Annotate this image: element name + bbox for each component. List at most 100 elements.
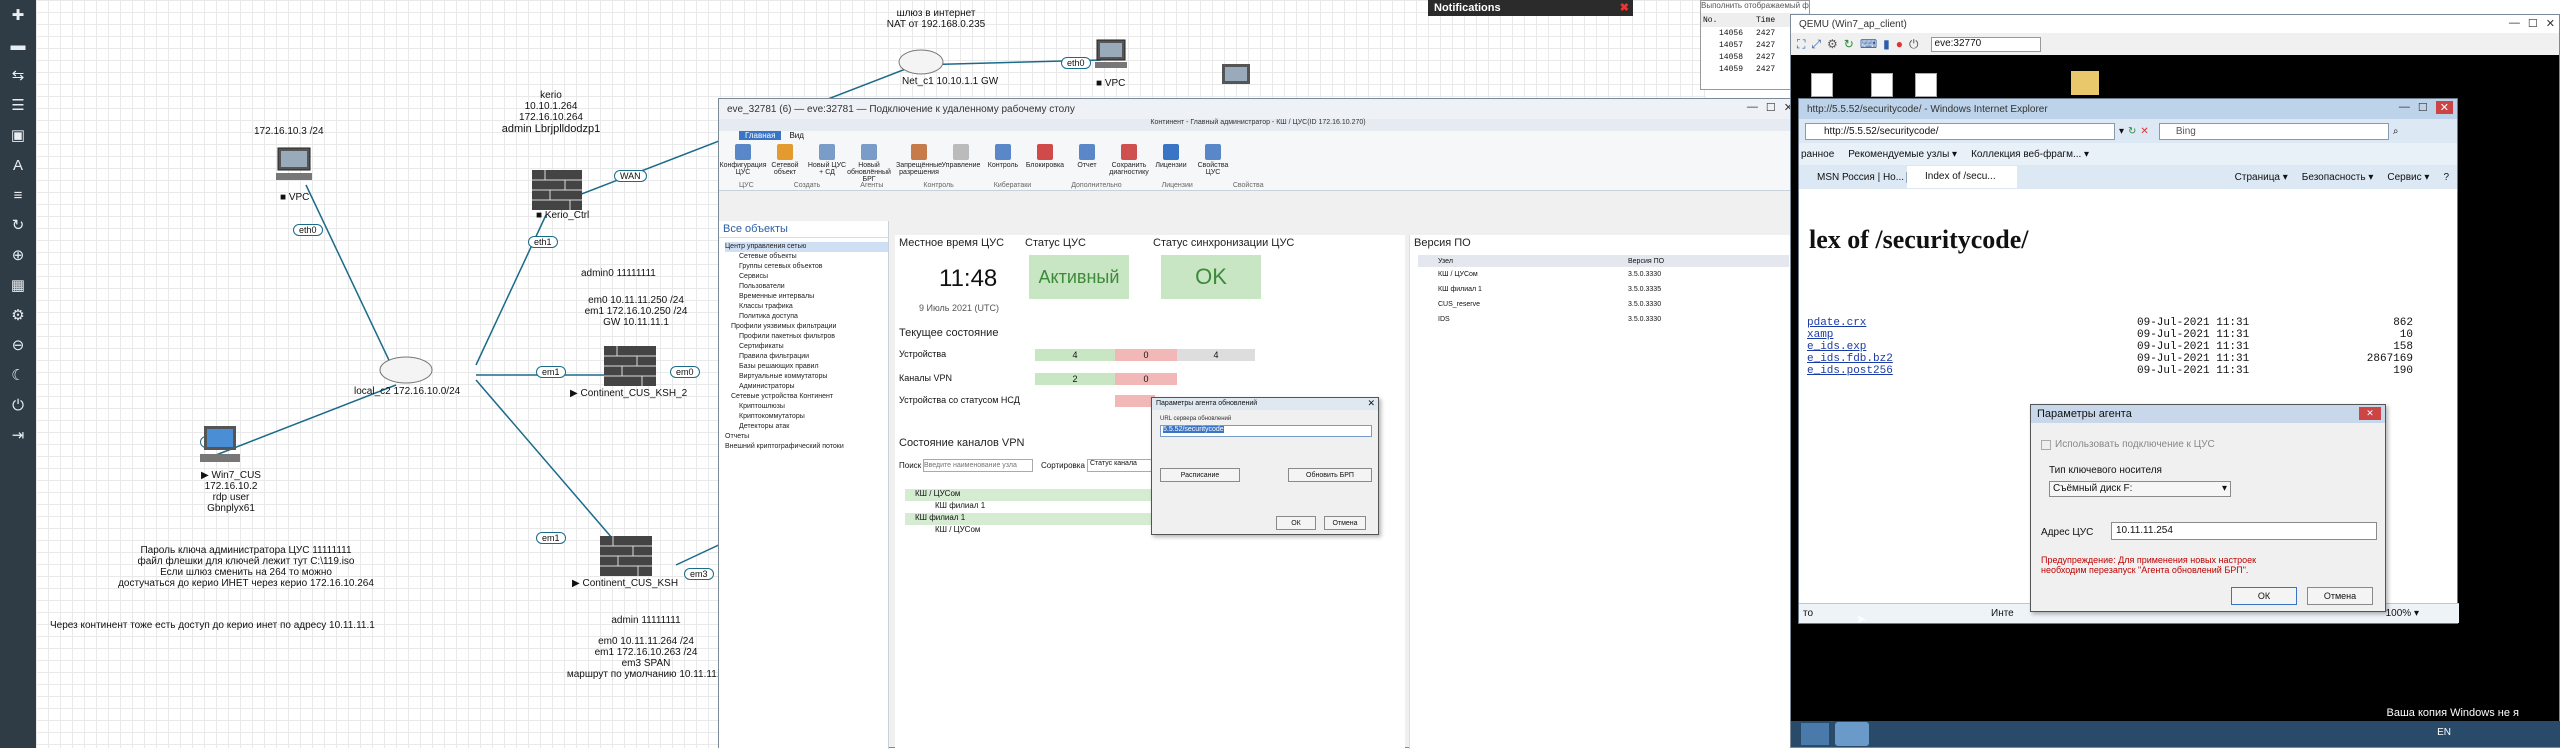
ok-button[interactable]: ОК: [2231, 587, 2297, 605]
sort-select[interactable]: Статус канала: [1087, 459, 1157, 472]
close-icon[interactable]: ✕: [2359, 407, 2381, 420]
file-icon[interactable]: [1871, 73, 1893, 97]
maximize-icon[interactable]: ☐: [2528, 17, 2538, 30]
tree-item[interactable]: Правила фильтрации: [725, 352, 888, 362]
computer-icon[interactable]: [272, 146, 316, 186]
tree-item[interactable]: Сертификаты: [725, 342, 888, 352]
close-icon[interactable]: ✕: [1367, 398, 1375, 409]
diagnostics-button[interactable]: Сохранить диагностику: [1109, 144, 1149, 183]
scale-icon[interactable]: ⤢: [1811, 37, 1821, 52]
tree-item[interactable]: Детекторы атак: [725, 422, 888, 432]
vpn-item[interactable]: КШ филиал 1: [905, 501, 1165, 513]
grid-icon[interactable]: ▦: [0, 270, 36, 300]
tree-item[interactable]: Сетевые устройства Континент: [725, 392, 888, 402]
explorer-icon[interactable]: [1801, 723, 1829, 745]
ie-icon[interactable]: [1835, 722, 1869, 746]
control-button[interactable]: Контроль: [983, 144, 1023, 183]
tree-item[interactable]: Отчеты: [725, 432, 888, 442]
move-icon[interactable]: ⇆: [0, 60, 36, 90]
minimize-icon[interactable]: —: [1747, 101, 1758, 114]
list-icon[interactable]: ☰: [0, 90, 36, 120]
power-icon[interactable]: ⏻: [1909, 37, 1919, 52]
address-input[interactable]: 10.11.11.254: [2111, 522, 2377, 540]
report-button[interactable]: Отчет: [1067, 144, 1107, 183]
update-brp-button[interactable]: Обновить БРП: [1288, 468, 1372, 482]
tools-menu[interactable]: Сервис ▾: [2387, 172, 2429, 183]
computer-icon[interactable]: [198, 424, 242, 468]
forbidden-button[interactable]: Запрещённые разрешения: [896, 144, 942, 183]
file-link[interactable]: pdate.crx: [1807, 317, 2137, 329]
usb-icon[interactable]: ▮: [1883, 37, 1890, 51]
tree-item[interactable]: Сетевые объекты: [725, 252, 888, 262]
new-brg-button[interactable]: Новый обновлённый БРГ: [847, 144, 891, 183]
minimize-icon[interactable]: —: [2509, 17, 2520, 30]
media-select[interactable]: Съёмный диск F: ▾: [2049, 481, 2231, 497]
dropdown-icon[interactable]: ▾: [2119, 126, 2124, 137]
computer-icon[interactable]: [1091, 38, 1131, 72]
table-row[interactable]: IDS 3.5.0.3330: [1418, 312, 1789, 327]
settings-icon[interactable]: ⚙: [0, 300, 36, 330]
config-button[interactable]: Конфигурация ЦУС: [720, 144, 767, 183]
url-input[interactable]: 5.5.52/securitycode: [1160, 425, 1372, 437]
file-link[interactable]: xamp: [1807, 329, 2137, 341]
tab-index[interactable]: Index of /secu...: [1907, 166, 2017, 188]
close-icon[interactable]: ✕: [2435, 101, 2453, 114]
cloud-icon[interactable]: [896, 42, 946, 76]
tree-item[interactable]: Центр управления сетью: [725, 242, 888, 252]
keyboard-icon[interactable]: ⌨: [1860, 37, 1877, 51]
image-icon[interactable]: ▣: [0, 120, 36, 150]
tree-item[interactable]: Классы трафика: [725, 302, 888, 312]
stop-icon[interactable]: ✕: [2140, 126, 2148, 137]
lock-icon[interactable]: ⊖: [0, 330, 36, 360]
table-row[interactable]: КШ филиал 1 3.5.0.3335: [1418, 282, 1789, 297]
tree-item[interactable]: Криптокоммутаторы: [725, 412, 888, 422]
refresh-icon[interactable]: ↻: [1844, 37, 1854, 51]
schedule-button[interactable]: Расписание: [1160, 468, 1240, 482]
minimize-icon[interactable]: —: [2399, 101, 2410, 114]
maximize-icon[interactable]: ☐: [2418, 101, 2428, 114]
vpn-search-input[interactable]: [923, 459, 1033, 472]
table-row[interactable]: CUS_reserve 3.5.0.3330: [1418, 297, 1789, 312]
add-icon[interactable]: ✚: [0, 0, 36, 30]
close-icon[interactable]: ✕: [2546, 17, 2555, 30]
new-cus-button[interactable]: Новый ЦУС + СД: [807, 144, 847, 183]
use-connection-checkbox[interactable]: Использовать подключение к ЦУС: [2041, 439, 2215, 450]
favorites-item[interactable]: Коллекция веб-фрагм... ▾: [1971, 149, 2089, 160]
cancel-button[interactable]: Отмена: [1324, 516, 1366, 530]
manage-button[interactable]: Управление: [941, 144, 981, 183]
logout-icon[interactable]: ⇥: [0, 420, 36, 450]
theme-icon[interactable]: ☾: [0, 360, 36, 390]
firewall-icon[interactable]: [598, 534, 654, 578]
maximize-icon[interactable]: ☐: [1766, 101, 1776, 114]
tree-item[interactable]: Виртуальные коммутаторы: [725, 372, 888, 382]
tree-item[interactable]: Пользователи: [725, 282, 888, 292]
tree-item[interactable]: Базы решающих правил: [725, 362, 888, 372]
file-link[interactable]: e_ids.fdb.bz2: [1807, 353, 2137, 365]
tree-item[interactable]: Политика доступа: [725, 312, 888, 322]
vpn-item[interactable]: КШ / ЦУСом: [905, 525, 1165, 537]
tab-view[interactable]: Вид: [783, 131, 809, 140]
firewall-icon[interactable]: [602, 344, 658, 388]
cancel-button[interactable]: Отмена: [2307, 587, 2373, 605]
tree-item[interactable]: Внешний криптографический потоки: [725, 442, 888, 452]
table-row[interactable]: КШ / ЦУСом 3.5.0.3330: [1418, 267, 1789, 282]
tree-item[interactable]: Группы сетевых объектов: [725, 262, 888, 272]
tab-home[interactable]: Главная: [739, 131, 782, 140]
favorites-item[interactable]: ранное: [1801, 149, 1834, 160]
zoom-icon[interactable]: ⊕: [0, 240, 36, 270]
refresh-icon[interactable]: ↻: [2128, 126, 2136, 137]
favorites-item[interactable]: Рекомендуемые узлы ▾: [1848, 149, 1957, 160]
text-icon[interactable]: A: [0, 150, 36, 180]
file-icon[interactable]: [1811, 73, 1833, 97]
file-link[interactable]: e_ids.post256: [1807, 365, 2137, 377]
language-indicator[interactable]: EN: [2437, 727, 2451, 738]
power-icon[interactable]: ⏻: [0, 390, 36, 420]
vpn-item[interactable]: КШ / ЦУСом: [905, 489, 1165, 501]
fullscreen-icon[interactable]: ⛶: [1797, 37, 1805, 52]
gear-icon[interactable]: ⚙: [1827, 37, 1838, 51]
search-input[interactable]: Bing: [2158, 122, 2389, 140]
record-icon[interactable]: ●: [1896, 37, 1903, 51]
tree-item[interactable]: Сервисы: [725, 272, 888, 282]
file-icon[interactable]: [1915, 73, 1937, 97]
tree-item[interactable]: Временные интервалы: [725, 292, 888, 302]
